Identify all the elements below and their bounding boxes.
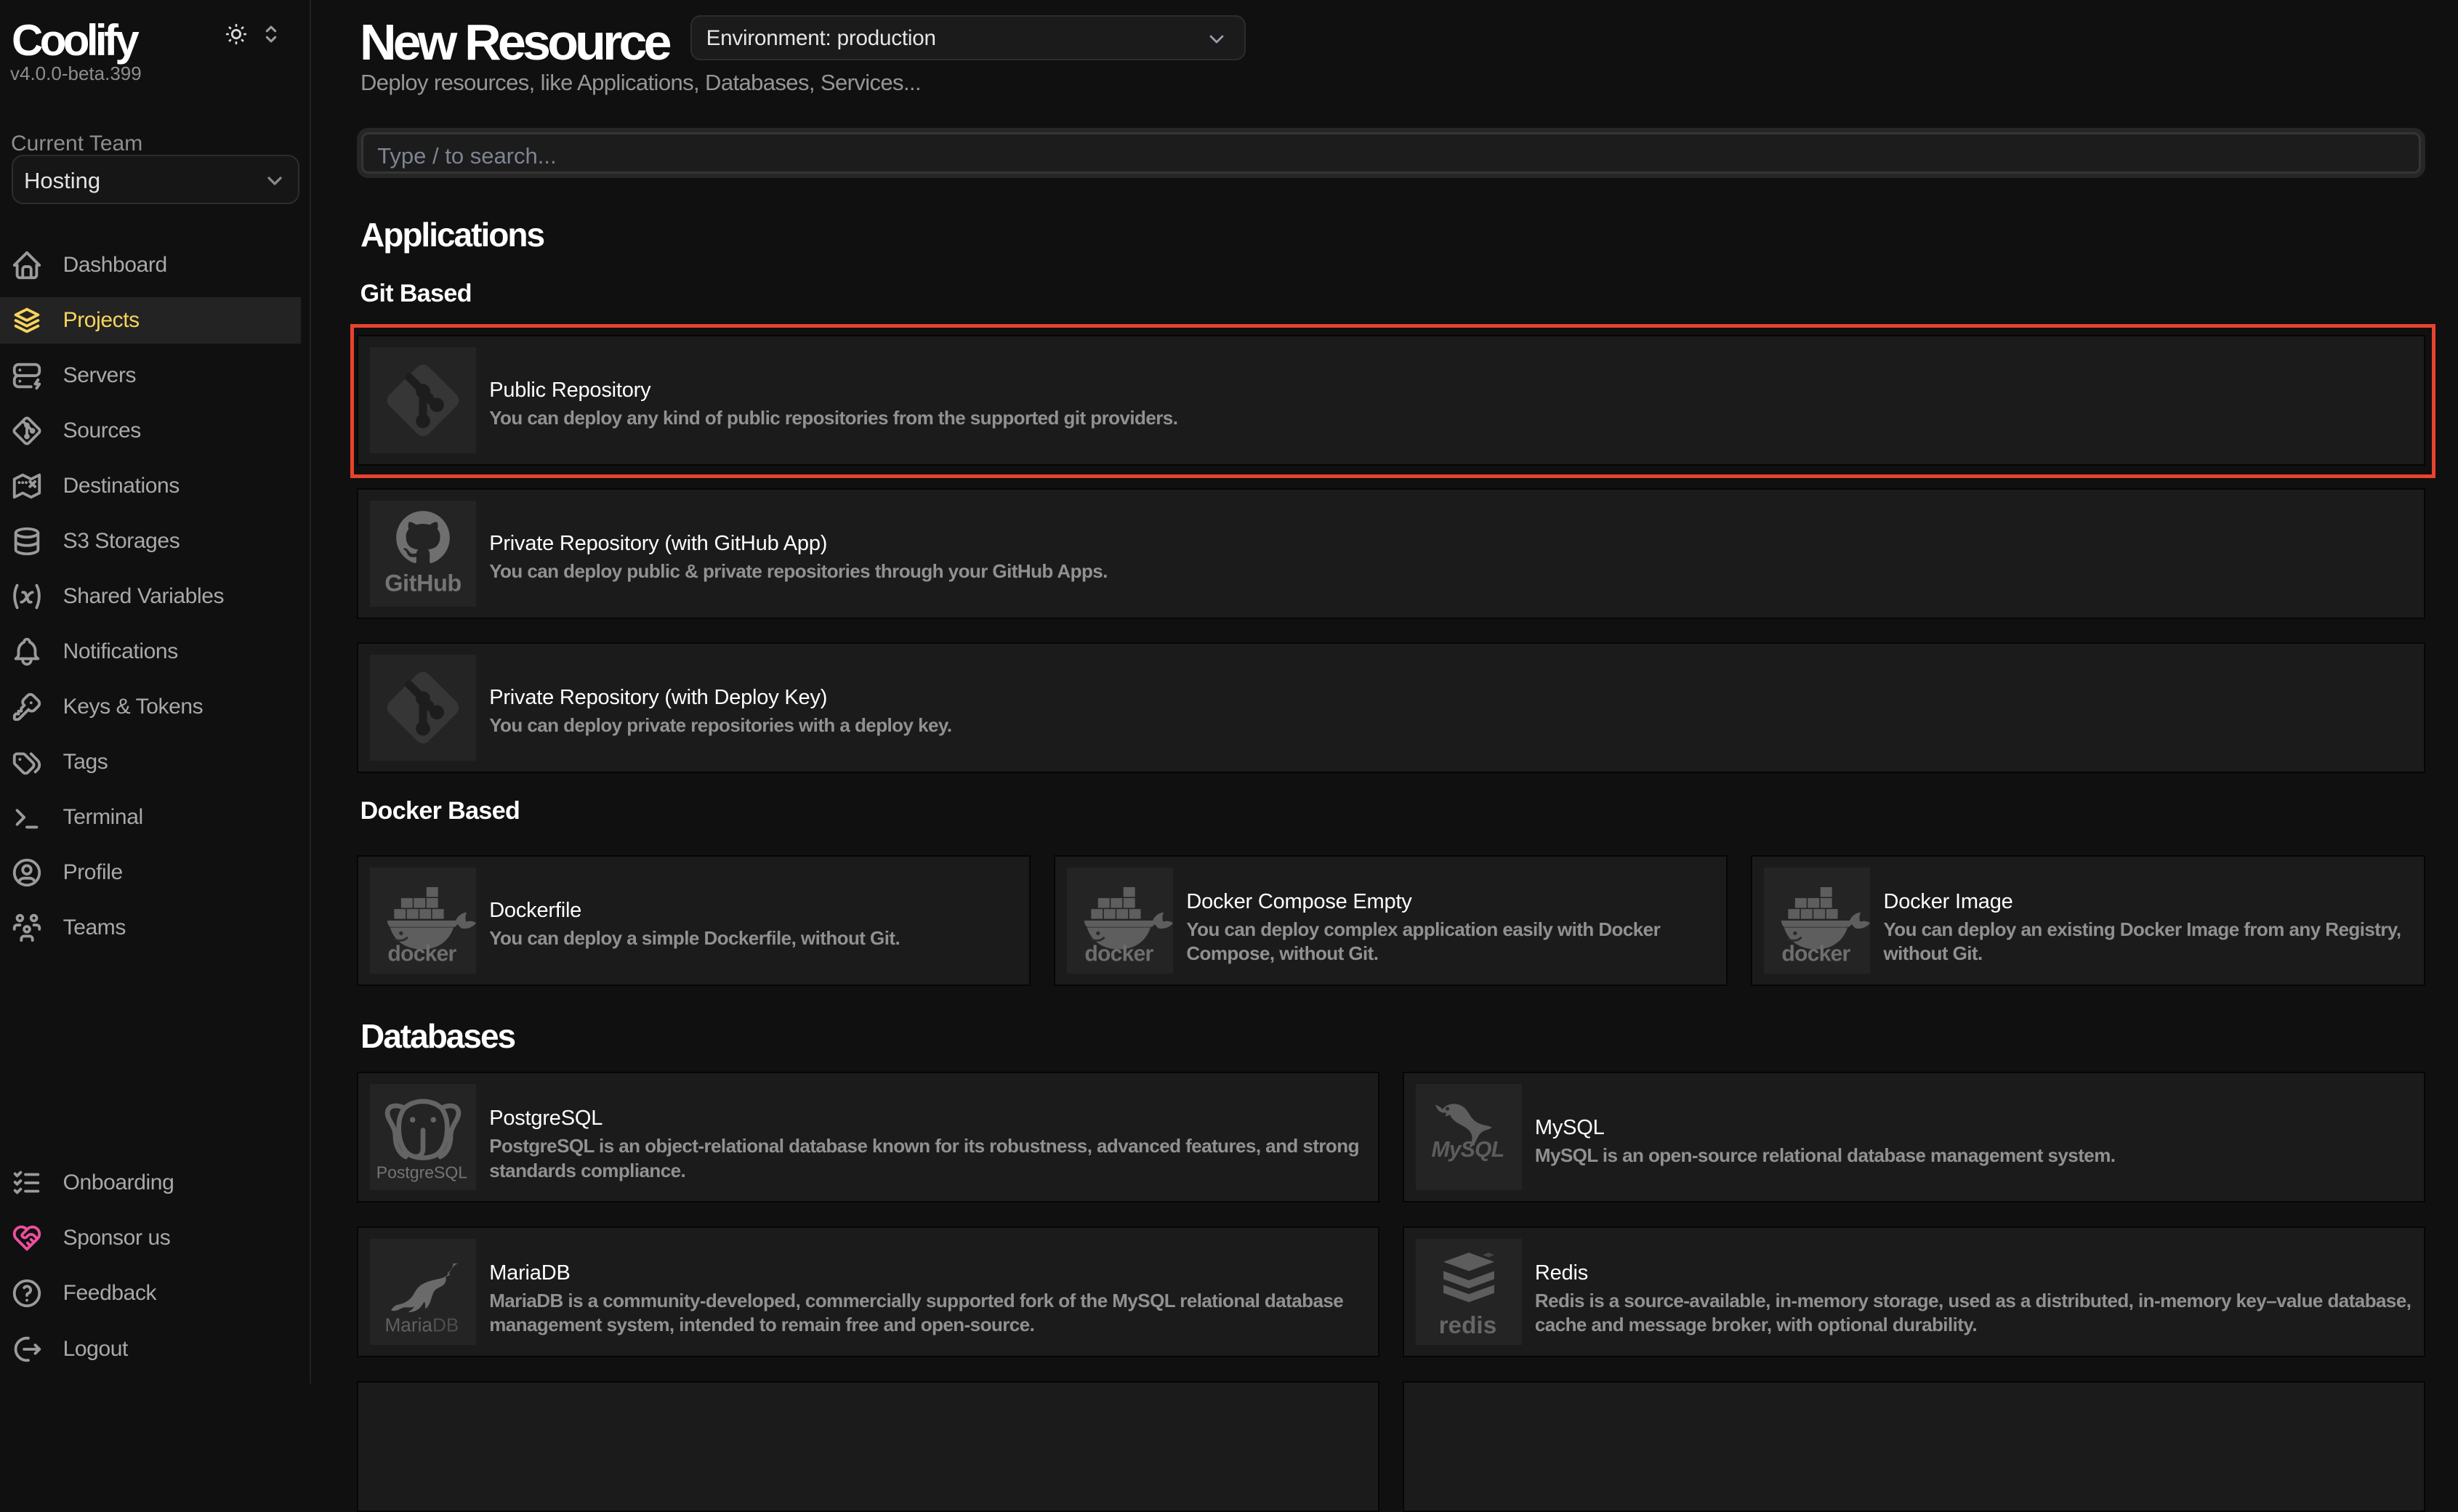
svg-text:docker: docker bbox=[1782, 942, 1851, 966]
svg-text:PostgreSQL: PostgreSQL bbox=[376, 1163, 467, 1182]
svg-text:MySQL: MySQL bbox=[1431, 1138, 1504, 1162]
svg-text:MariaDB: MariaDB bbox=[385, 1314, 459, 1336]
svg-text:GitHub: GitHub bbox=[384, 570, 462, 597]
svg-text:docker: docker bbox=[388, 942, 457, 966]
svg-text:redis: redis bbox=[1438, 1312, 1496, 1339]
svg-text:docker: docker bbox=[1085, 942, 1154, 966]
